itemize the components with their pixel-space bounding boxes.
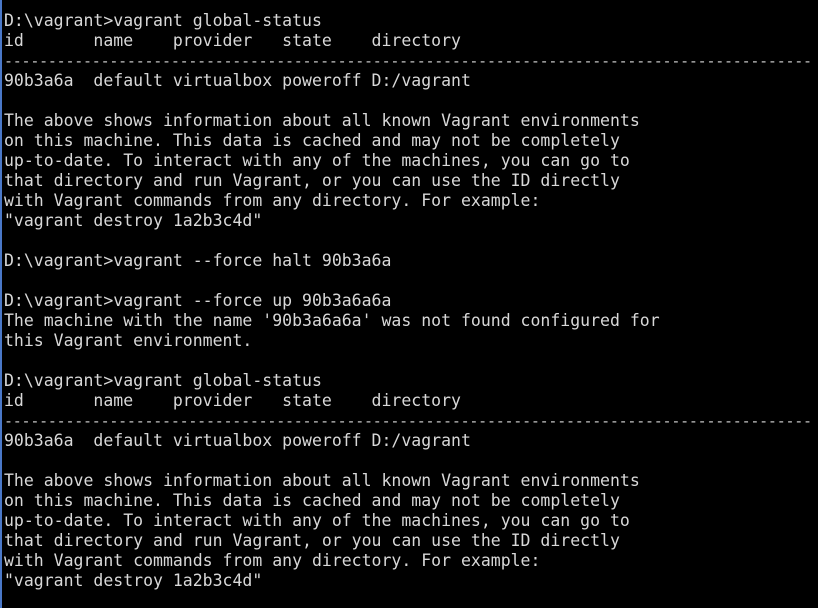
separator-line: ----------------------------------------…: [4, 52, 812, 70]
console-line: D:\vagrant>vagrant --force halt 90b3a6a: [4, 251, 392, 270]
console-line: The above shows information about all kn…: [4, 471, 640, 490]
console-line: 90b3a6a default virtualbox poweroff D:/v…: [4, 431, 471, 450]
console-line: The above shows information about all kn…: [4, 111, 640, 130]
console-output: D:\vagrant>vagrant global-status id name…: [4, 11, 812, 591]
console-line: "vagrant destroy 1a2b3c4d": [4, 211, 263, 230]
console-line: id name provider state directory: [4, 391, 461, 410]
console-line: D:\vagrant>vagrant --force up 90b3a6a6a: [4, 291, 392, 310]
console-line: id name provider state directory: [4, 31, 461, 50]
console-line: 90b3a6a default virtualbox poweroff D:/v…: [4, 71, 471, 90]
console-line: that directory and run Vagrant, or you c…: [4, 171, 620, 190]
console-line: D:\vagrant>vagrant global-status: [4, 371, 322, 390]
console-line: The machine with the name '90b3a6a6a' wa…: [4, 311, 660, 330]
console-window[interactable]: D:\vagrant>vagrant global-status id name…: [0, 0, 818, 608]
console-line: with Vagrant commands from any directory…: [4, 551, 541, 570]
console-line: up-to-date. To interact with any of the …: [4, 151, 630, 170]
console-line: this Vagrant environment.: [4, 331, 253, 350]
console-line: D:\vagrant>vagrant global-status: [4, 11, 322, 30]
console-line: up-to-date. To interact with any of the …: [4, 511, 630, 530]
console-line: on this machine. This data is cached and…: [4, 131, 620, 150]
console-line: with Vagrant commands from any directory…: [4, 191, 541, 210]
console-line: on this machine. This data is cached and…: [4, 491, 620, 510]
separator-line: ----------------------------------------…: [4, 412, 812, 430]
console-line: "vagrant destroy 1a2b3c4d": [4, 571, 263, 590]
window-edge: [0, 0, 2, 608]
console-line: that directory and run Vagrant, or you c…: [4, 531, 620, 550]
